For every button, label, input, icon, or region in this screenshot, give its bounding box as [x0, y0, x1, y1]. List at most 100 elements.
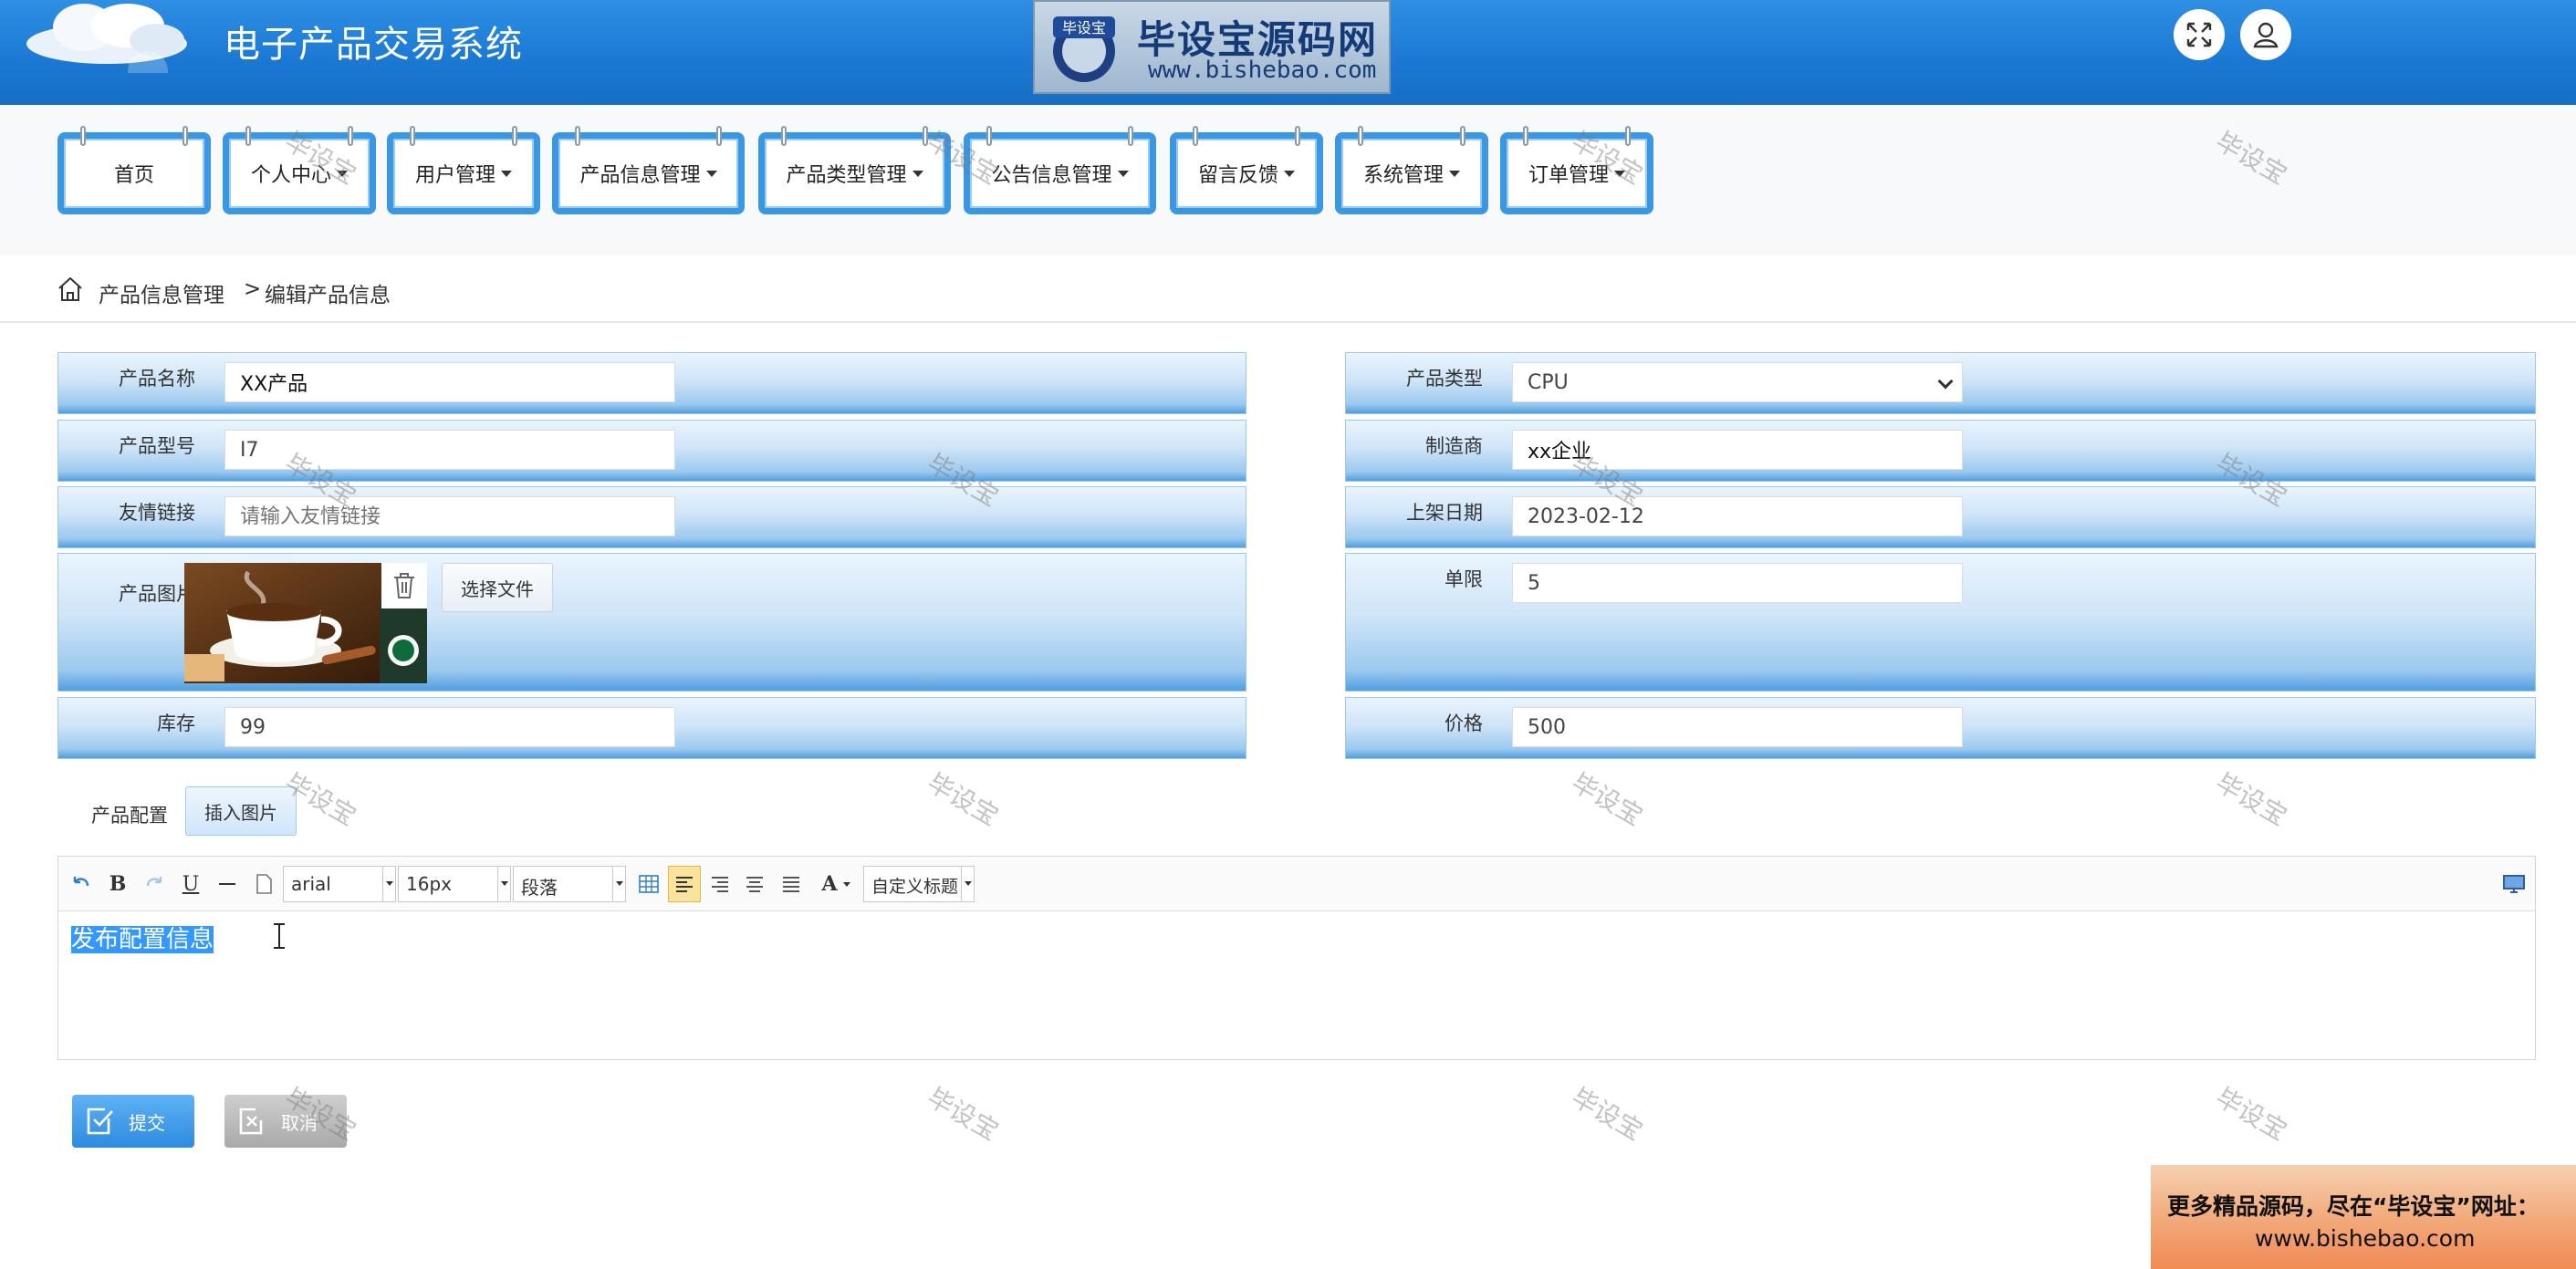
- align-center-button[interactable]: [741, 869, 768, 899]
- product-type-select[interactable]: CPU: [1512, 362, 1963, 402]
- nav-item-feedback[interactable]: 留言反馈: [1170, 126, 1323, 214]
- caret-down-icon: [337, 170, 348, 177]
- bold-button[interactable]: B: [106, 869, 130, 899]
- checkbox-checked-icon: [87, 1108, 113, 1135]
- field-label: 产品类型: [1406, 368, 1483, 390]
- font-size-select[interactable]: 16px: [398, 866, 511, 902]
- form-row-maker: 制造商: [1345, 420, 2536, 482]
- nav-ring-left: [1193, 126, 1198, 146]
- field-label: 库存: [157, 713, 195, 734]
- redo-button[interactable]: [142, 869, 166, 899]
- product-model-input[interactable]: [224, 430, 675, 470]
- insert-image-button[interactable]: 插入图片: [185, 786, 297, 836]
- nav-label: 产品类型管理: [786, 164, 907, 187]
- monitor-icon: [2503, 875, 2525, 893]
- font-color-label: A: [821, 872, 838, 896]
- caret-down-icon: [912, 170, 923, 177]
- ad-line-2: www.bishebao.com: [2255, 1225, 2476, 1252]
- nav-label: 个人中心: [250, 164, 331, 187]
- nav-ring-right: [348, 126, 353, 146]
- select-value: CPU: [1528, 371, 1569, 394]
- order-limit-input[interactable]: [1512, 563, 1963, 603]
- price-input[interactable]: [1512, 707, 1963, 747]
- cancel-box-icon: [239, 1108, 263, 1135]
- home-icon[interactable]: [57, 276, 84, 303]
- field-label: 价格: [1444, 713, 1483, 734]
- nav-ring-left: [781, 126, 787, 146]
- manufacturer-input[interactable]: [1512, 430, 1963, 470]
- friend-link-input[interactable]: [224, 496, 675, 536]
- delete-image-button[interactable]: [381, 563, 427, 608]
- stock-input[interactable]: [224, 707, 675, 747]
- paragraph-format-select[interactable]: 段落: [513, 866, 626, 902]
- insert-table-button[interactable]: [635, 869, 662, 899]
- nav-ring-right: [1128, 126, 1133, 146]
- undo-button[interactable]: [69, 869, 93, 899]
- watermark: 毕设宝: [922, 1082, 1004, 1147]
- custom-title-value: 自定义标题: [871, 877, 959, 897]
- field-label: 制造商: [1425, 435, 1483, 457]
- nav-item-user-management[interactable]: 用户管理: [387, 126, 540, 214]
- nav-ring-left: [986, 126, 992, 146]
- nav-label: 产品信息管理: [579, 164, 701, 187]
- align-right-button[interactable]: [706, 869, 734, 899]
- user-button[interactable]: [2240, 9, 2291, 60]
- align-justify-button[interactable]: [777, 869, 805, 899]
- table-icon: [639, 875, 659, 893]
- nav-item-system[interactable]: 系统管理: [1335, 126, 1488, 214]
- nav-label: 用户管理: [414, 164, 495, 187]
- nav-ring-right: [1460, 126, 1465, 146]
- nav-ring-left: [80, 126, 86, 146]
- form-row-type: 产品类型 CPU: [1345, 352, 2536, 414]
- underline-button[interactable]: U: [179, 869, 203, 899]
- redo-icon: [146, 877, 162, 887]
- config-label: 产品配置: [91, 805, 168, 827]
- product-name-input[interactable]: [224, 362, 675, 402]
- breadcrumb: 产品信息管理 > 编辑产品信息: [0, 255, 2576, 323]
- nav-ring-right: [1625, 126, 1631, 146]
- nav-ring-right: [716, 126, 722, 146]
- nav-item-home[interactable]: 首页: [57, 126, 211, 214]
- editor-content[interactable]: 发布配置信息: [71, 921, 214, 954]
- main-nav: 首页 个人中心 用户管理 产品信息管理 产品类型管理 公告信息管理 留言反馈 系…: [0, 105, 2576, 255]
- nav-label: 首页: [113, 164, 154, 187]
- cancel-button[interactable]: 取消: [224, 1095, 347, 1148]
- align-left-button[interactable]: [668, 866, 701, 902]
- form-row-name: 产品名称: [57, 352, 1246, 414]
- watermark: 毕设宝: [1566, 1082, 1648, 1147]
- font-family-select[interactable]: arial: [283, 866, 396, 902]
- fullscreen-button[interactable]: [2174, 9, 2225, 60]
- nav-item-product-type[interactable]: 产品类型管理: [758, 126, 951, 214]
- form-row-link: 友情链接: [57, 486, 1246, 548]
- nav-ring-right: [512, 126, 517, 146]
- nav-ring-left: [575, 126, 580, 146]
- new-document-button[interactable]: [252, 869, 276, 899]
- submit-button[interactable]: 提交: [72, 1095, 194, 1148]
- custom-title-select[interactable]: 自定义标题: [863, 866, 975, 902]
- choose-file-button[interactable]: 选择文件: [442, 563, 553, 612]
- text-cursor-icon: [274, 923, 285, 949]
- preview-button[interactable]: [2500, 869, 2528, 899]
- form-row-price: 价格: [1345, 697, 2536, 759]
- caret-down-icon: [501, 170, 512, 177]
- nav-item-orders[interactable]: 订单管理: [1500, 126, 1653, 214]
- field-label: 友情链接: [119, 502, 195, 524]
- submit-label: 提交: [129, 1111, 165, 1134]
- breadcrumb-section[interactable]: 产品信息管理: [99, 277, 224, 308]
- nav-item-personal-center[interactable]: 个人中心: [223, 126, 376, 214]
- listing-date-input[interactable]: [1512, 496, 1963, 536]
- selected-text: 发布配置信息: [71, 926, 214, 953]
- form-row-limit: 单限: [1345, 553, 2536, 692]
- breadcrumb-current: 编辑产品信息: [265, 284, 391, 307]
- ad-banner[interactable]: 更多精品源码，尽在“毕设宝”网址： www.bishebao.com: [2151, 1165, 2576, 1269]
- horizontal-rule-icon: [219, 883, 235, 885]
- trash-icon: [394, 573, 414, 598]
- nav-ring-left: [245, 126, 251, 146]
- nav-item-notice-info[interactable]: 公告信息管理: [964, 126, 1156, 214]
- nav-item-product-info[interactable]: 产品信息管理: [552, 126, 745, 214]
- caret-down-icon: [1117, 170, 1129, 177]
- nav-ring-left: [1523, 126, 1528, 146]
- dropdown-arrow-icon: [612, 867, 625, 901]
- horizontal-rule-button[interactable]: [215, 869, 239, 899]
- font-color-button[interactable]: A: [816, 869, 856, 899]
